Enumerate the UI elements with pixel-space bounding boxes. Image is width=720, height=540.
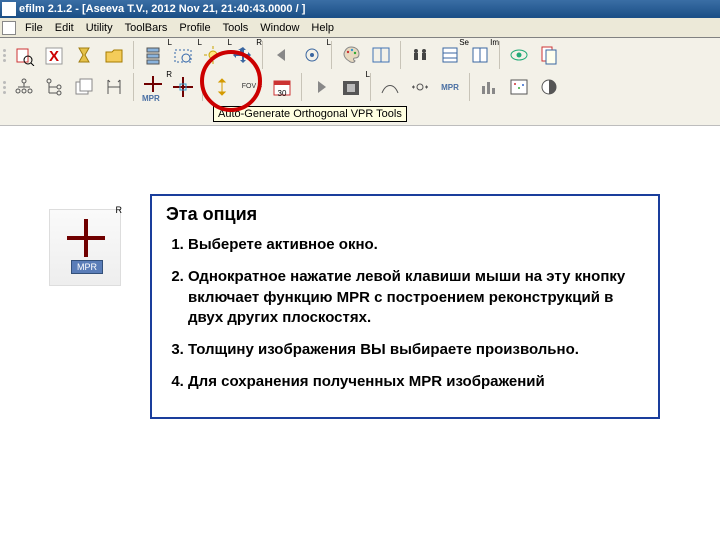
toolbar-curve[interactable] bbox=[377, 72, 403, 102]
toolbar-tree[interactable] bbox=[41, 72, 67, 102]
svg-text:X: X bbox=[49, 48, 59, 65]
toolbar-prev[interactable] bbox=[269, 40, 295, 70]
toolbar-contrast[interactable] bbox=[536, 72, 562, 102]
instruction-panel: Эта опция Выберете активное окно. Однокр… bbox=[150, 194, 660, 419]
toolbar-move-h[interactable] bbox=[407, 72, 433, 102]
toolbar-mpr[interactable]: R MPR bbox=[140, 72, 166, 102]
toolbar-notes[interactable] bbox=[536, 40, 562, 70]
window-title: efilm 2.1.2 - [Aseeva T.V., 2012 Nov 21,… bbox=[19, 3, 305, 15]
toolbar-hierarchy[interactable] bbox=[11, 72, 37, 102]
menu-profile[interactable]: Profile bbox=[173, 20, 216, 36]
toolbar-row-2: R MPR FOV = 30 L bbox=[3, 72, 717, 102]
toolbar-calendar[interactable]: 30 bbox=[269, 72, 295, 102]
toolbar-grip[interactable] bbox=[3, 41, 7, 69]
fov-label: FOV = bbox=[242, 84, 262, 90]
toolbar-mpr-small[interactable]: MPR bbox=[437, 72, 463, 102]
toolbar-caliper[interactable] bbox=[101, 72, 127, 102]
toolbar-fov[interactable]: FOV = bbox=[239, 72, 265, 102]
window-titlebar: efilm 2.1.2 - [Aseeva T.V., 2012 Nov 21,… bbox=[0, 0, 720, 18]
mpr-label: MPR bbox=[142, 94, 160, 103]
toolbar-split-view[interactable] bbox=[368, 40, 394, 70]
toolbar-open[interactable] bbox=[101, 40, 127, 70]
toolbar-image-info[interactable]: Im bbox=[467, 40, 493, 70]
menu-utility[interactable]: Utility bbox=[80, 20, 119, 36]
toolbar-clone[interactable] bbox=[71, 72, 97, 102]
toolbar-persons[interactable] bbox=[407, 40, 433, 70]
snippet-r-badge: R bbox=[116, 205, 123, 215]
cal-badge: 30 bbox=[278, 89, 287, 98]
instruction-item: Толщину изображения ВЫ выбираете произво… bbox=[188, 340, 644, 360]
toolbar-pan[interactable]: R bbox=[230, 40, 256, 70]
toolbar-row-1: X L L L R L bbox=[3, 40, 717, 70]
mpr-zoom-snippet: R MPR bbox=[45, 205, 125, 290]
crosshair-icon bbox=[67, 219, 105, 257]
toolbar-zoom-region[interactable]: L bbox=[170, 40, 196, 70]
toolbar-series-info[interactable]: Se bbox=[437, 40, 463, 70]
menu-window[interactable]: Window bbox=[254, 20, 305, 36]
toolbar-slice-stack[interactable]: L bbox=[140, 40, 166, 70]
document-icon bbox=[2, 21, 16, 35]
toolbar-target[interactable]: L bbox=[299, 40, 325, 70]
toolbar-search[interactable] bbox=[11, 40, 37, 70]
menu-edit[interactable]: Edit bbox=[49, 20, 80, 36]
toolbar-mask[interactable]: L bbox=[338, 72, 364, 102]
toolbar-delete[interactable]: X bbox=[41, 40, 67, 70]
menu-tools[interactable]: Tools bbox=[217, 20, 255, 36]
instruction-title: Эта опция bbox=[166, 204, 644, 225]
menu-file[interactable]: File bbox=[19, 20, 49, 36]
instruction-item: Выберете активное окно. bbox=[188, 235, 644, 255]
tooltip: Auto-Generate Orthogonal VPR Tools bbox=[213, 106, 407, 122]
menu-help[interactable]: Help bbox=[305, 20, 340, 36]
toolbar-next[interactable] bbox=[308, 72, 334, 102]
instruction-item: Однократное нажатие левой клавиши мыши н… bbox=[188, 267, 644, 328]
toolbar-resize-v[interactable] bbox=[209, 72, 235, 102]
app-icon bbox=[2, 2, 16, 16]
toolbar-wait[interactable] bbox=[71, 40, 97, 70]
menu-bar: File Edit Utility ToolBars Profile Tools… bbox=[0, 18, 720, 38]
snippet-mpr-label: MPR bbox=[71, 260, 103, 274]
toolbar-eye[interactable] bbox=[506, 40, 532, 70]
toolbar-levels[interactable] bbox=[506, 72, 532, 102]
toolbar-grip[interactable] bbox=[3, 73, 7, 101]
toolbar-cross-snap[interactable] bbox=[170, 72, 196, 102]
menu-toolbars[interactable]: ToolBars bbox=[119, 20, 174, 36]
toolbar-palette[interactable] bbox=[338, 40, 364, 70]
toolbar-area: X L L L R L bbox=[0, 38, 720, 126]
toolbar-bars[interactable] bbox=[476, 72, 502, 102]
toolbar-brightness[interactable]: L bbox=[200, 40, 226, 70]
instruction-item: Для сохранения полученных MPR изображени… bbox=[188, 372, 644, 392]
